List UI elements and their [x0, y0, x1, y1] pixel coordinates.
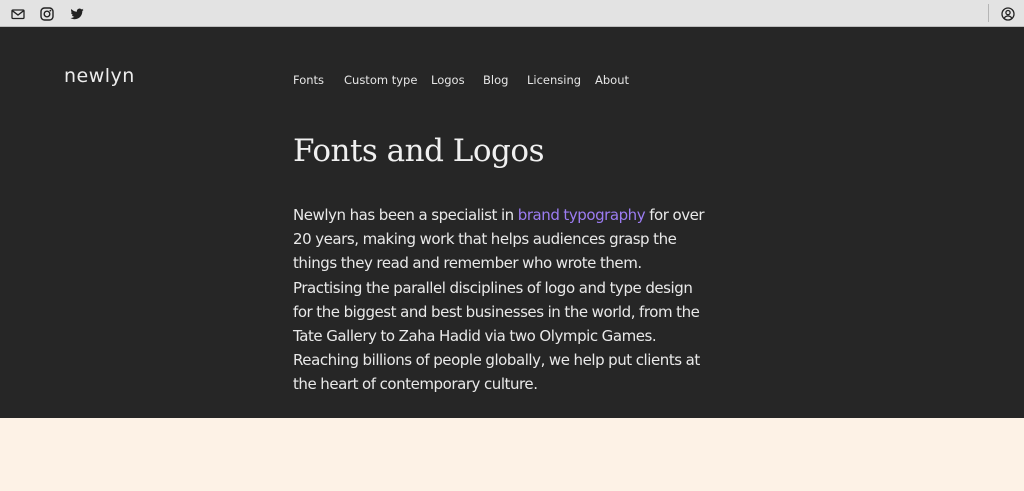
intro-line: the heart of contemporary culture.	[293, 375, 538, 394]
page-title: Fonts and Logos	[293, 133, 544, 169]
intro-line: things they read and remember who wrote …	[293, 254, 642, 273]
hero-section: newlyn Fonts Custom type Logos Blog Lice…	[0, 27, 1024, 418]
account-icon[interactable]	[1001, 6, 1015, 21]
mail-icon[interactable]	[11, 6, 25, 20]
intro-text: Newlyn has been a specialist in	[293, 206, 518, 224]
intro-text: for over	[645, 206, 705, 224]
social-toolbar	[0, 0, 1024, 27]
nav-about[interactable]: About	[595, 73, 629, 87]
intro-line: for the biggest and best businesses in t…	[293, 302, 700, 321]
nav-blog[interactable]: Blog	[483, 73, 508, 87]
nav-custom-type[interactable]: Custom type	[344, 73, 417, 87]
instagram-icon[interactable]	[40, 6, 54, 21]
intro-line: Newlyn has been a specialist in brand ty…	[293, 203, 733, 227]
intro-line: 20 years, making work that helps audienc…	[293, 230, 677, 249]
intro-paragraph: Newlyn has been a specialist in brand ty…	[293, 203, 733, 397]
page-background	[0, 418, 1024, 491]
nav-licensing[interactable]: Licensing	[527, 73, 581, 87]
toolbar-divider	[988, 4, 989, 22]
nav-logos[interactable]: Logos	[431, 73, 465, 87]
twitter-icon[interactable]	[70, 6, 84, 20]
intro-line: Reaching billions of people globally, we…	[293, 351, 700, 370]
site-logo[interactable]: newlyn	[64, 65, 135, 87]
brand-typography-link[interactable]: brand typography	[518, 206, 646, 224]
nav-fonts[interactable]: Fonts	[293, 73, 324, 87]
intro-line: Tate Gallery to Zaha Hadid via two Olymp…	[293, 327, 657, 346]
intro-line: Practising the parallel disciplines of l…	[293, 278, 693, 297]
